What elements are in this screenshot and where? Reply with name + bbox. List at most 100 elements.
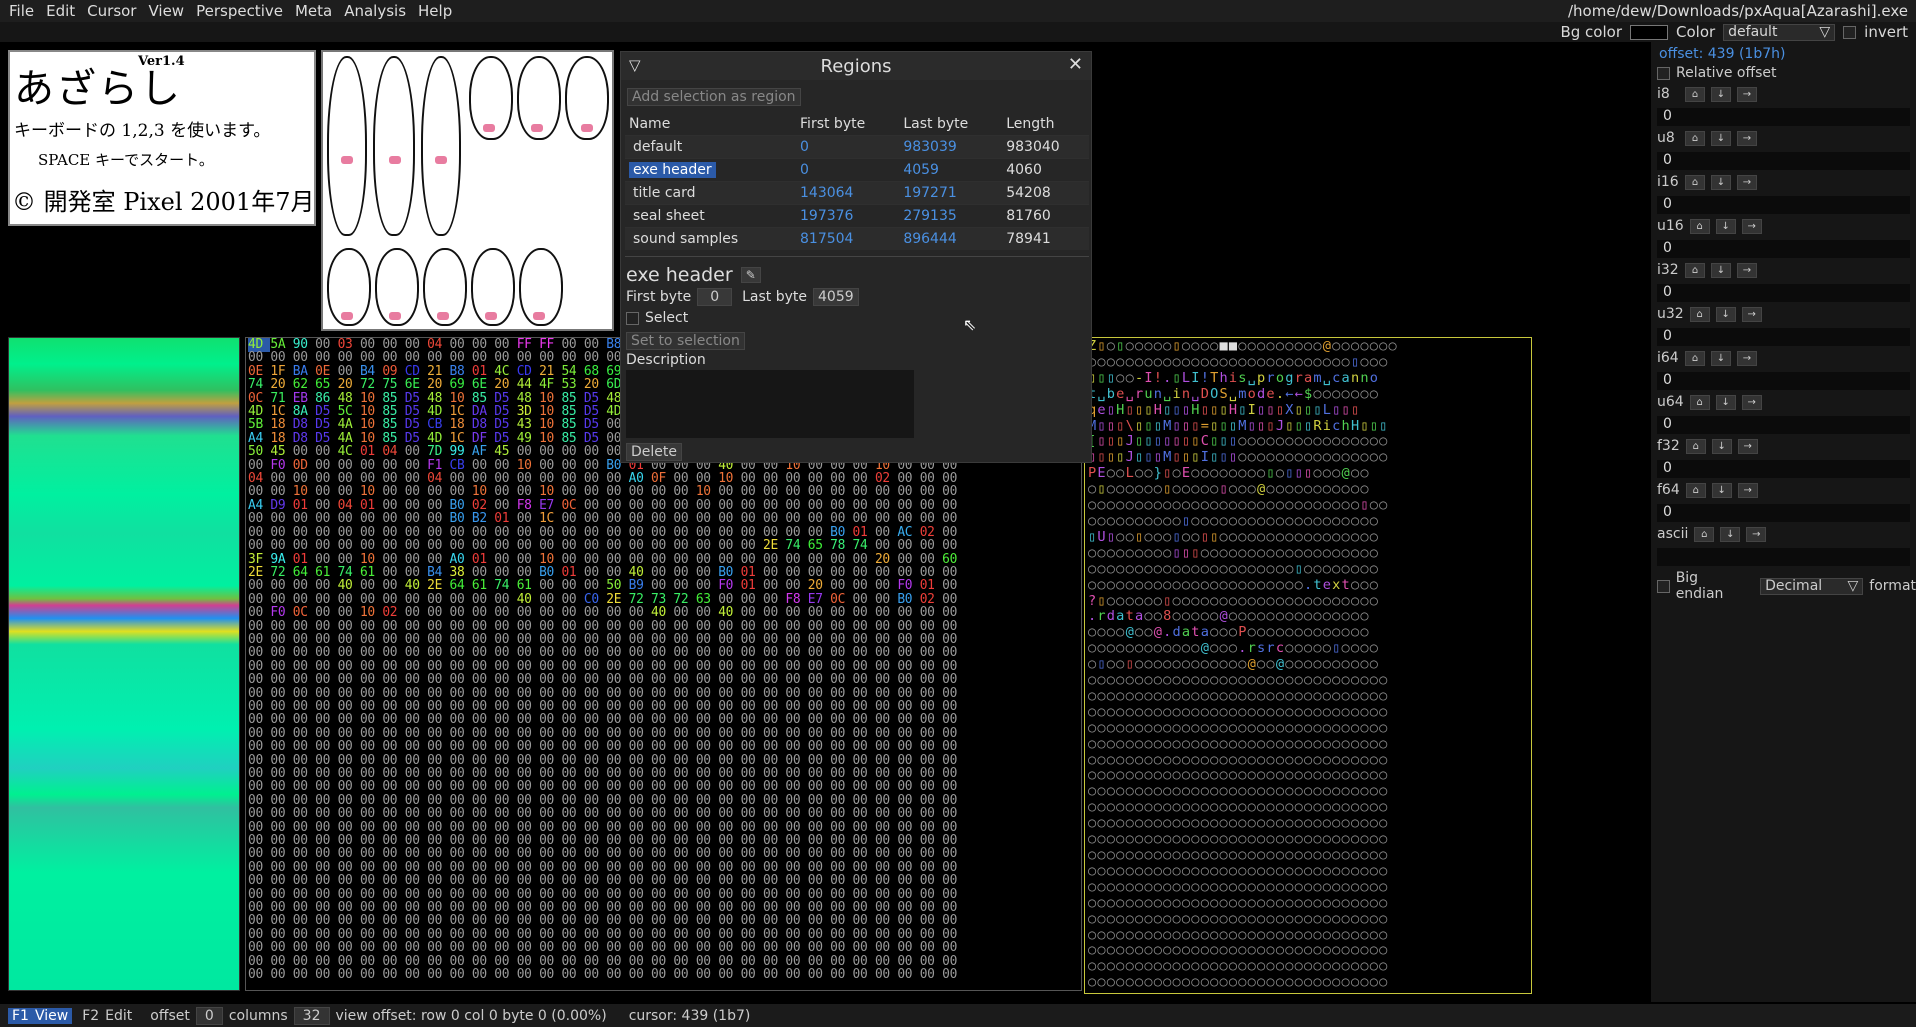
ascii-row[interactable]: ○○○○○○○○○○○○○○○○○○○○○○○○○○○○○○○○	[1088, 672, 1398, 689]
ascii-row[interactable]: ○○○○○○○○○○○○○○○○○○○○○○○○○○○○○○○○	[1088, 958, 1398, 975]
edit-mode-tab[interactable]: F2 Edit	[82, 1008, 132, 1024]
ascii-row[interactable]: ○▯○○▯○○○○○○○○○○○○@○○@○○○○○○○○○○	[1088, 656, 1398, 673]
ascii-row[interactable]: ○○○○○○○○○○○○○○○○○○○○○○○○○○○○○○○○	[1088, 783, 1398, 800]
ascii-row[interactable]: ○○○○○○○○○○○○○○○○○○○○○○○○○○○○○▯○○	[1088, 497, 1398, 514]
hex-row[interactable]: 00 F0 0C 00 00 10 02 00 00 00 00 00 00 0…	[248, 606, 957, 619]
region-first-byte[interactable]: 0	[796, 134, 900, 158]
ascii-row[interactable]: .rdata○○8○○○○○@○○○○○○○○○○○○○○○	[1088, 608, 1398, 625]
arrow-down-icon[interactable]: ↓	[1711, 262, 1731, 278]
ascii-view[interactable]: Z▯○▯○○○○○▯○○○○■■○○○○○○○○○@○○○○○○○ ○○○○○○○…	[1084, 337, 1532, 994]
ascii-row[interactable]: ○○○○○○○○○○○○○○○○○○○○○○○○○○○○○○○○	[1088, 704, 1398, 721]
inspector-field-value[interactable]: 0	[1657, 372, 1910, 390]
hex-row[interactable]: 00 00 00 00 00 00 00 00 00 00 00 00 00 0…	[248, 740, 957, 753]
big-endian-checkbox[interactable]	[1657, 579, 1670, 593]
ascii-row[interactable]: ○○○○○○○○○○○○○○○○○○○○○○○○○○○○○○○○	[1088, 863, 1398, 880]
ascii-row[interactable]: qe▯H▯▯▯H▯▯▯H▯▯▯H▯I▯▯▯X▯▯▯L▯▯▯	[1088, 402, 1398, 419]
hex-row[interactable]: 00 00 00 00 00 00 00 00 00 00 00 00 00 0…	[248, 767, 957, 780]
region-name[interactable]: seal sheet	[629, 208, 709, 224]
region-last-byte[interactable]: 197271	[899, 180, 1003, 204]
hex-row[interactable]: 00 00 00 00 00 00 00 00 00 00 00 00 00 0…	[248, 794, 957, 807]
inspector-field-value[interactable]: 0	[1657, 460, 1910, 478]
ascii-row[interactable]: [▯▯▯J▯▯▯▯▯▯▯C▯▯▯○○○○○○○○○○○○○○○○	[1088, 433, 1398, 450]
region-last-byte[interactable]: 896444	[899, 226, 1003, 250]
ascii-row[interactable]: M▯▯▯\▯▯▯M▯▯▯=▯▯▯M▯▯▯J▯▯▯RichH▯▯▯	[1088, 418, 1398, 435]
ascii-row[interactable]: ○▯○○○○○○▯○○○○○▯○○○@○○○○○○○○○○○	[1088, 481, 1398, 498]
arrow-down-icon[interactable]: ↓	[1711, 350, 1731, 366]
byte-heatmap-view[interactable]	[8, 337, 240, 991]
menu-cursor[interactable]: Cursor	[82, 2, 141, 20]
ascii-row[interactable]: ○○○○○○○○○○▯○○○○○○○○○○○○○○○○○○○○	[1088, 513, 1398, 530]
hex-row[interactable]: 04 00 00 00 00 00 00 00 04 00 00 00 00 0…	[248, 472, 957, 485]
last-byte-input[interactable]: 4059	[813, 288, 859, 306]
hex-row[interactable]: 00 00 00 00 00 00 00 00 00 00 00 00 00 0…	[248, 780, 957, 793]
menu-view[interactable]: View	[143, 2, 189, 20]
ascii-row[interactable]: ○○○○○○○○○○○○○○○○○○○○○○○○○○○○○○○○	[1088, 799, 1398, 816]
hex-row[interactable]: 00 00 00 00 00 00 00 00 00 00 00 00 00 0…	[248, 673, 957, 686]
hex-row[interactable]: 00 00 00 00 00 00 00 00 00 00 00 00 00 0…	[248, 660, 957, 673]
region-last-byte[interactable]: 279135	[899, 203, 1003, 227]
ascii-row[interactable]: ▯▯▯▯J▯▯▯M▯▯▯I▯▯▯○○○○○○○○○○○○○○○○	[1088, 449, 1398, 466]
offset-input[interactable]: 0	[195, 1006, 223, 1025]
ascii-row[interactable]: ○○○○○○○○○○○○○○○○○○○○○○○○○○○○○○○○	[1088, 688, 1398, 705]
hex-row[interactable]: 00 00 00 00 00 00 00 00 00 00 00 00 00 0…	[248, 700, 957, 713]
ascii-row[interactable]: ○○○○○○○○○○○○○○○○○○○○○○○○○○○○○○○○	[1088, 911, 1398, 928]
hex-row[interactable]: 00 00 00 00 00 00 00 00 00 00 00 00 00 0…	[248, 753, 957, 767]
ascii-row[interactable]: ○○○○○○○○○○○○○○○○○○○○○○▯○○○○○○○○	[1088, 561, 1398, 578]
ascii-row[interactable]: ○○○○○○○○○○○○○○○○○○○○○○○○○○○○○○○○	[1088, 895, 1398, 912]
add-region-button[interactable]: Add selection as region	[627, 88, 801, 106]
menu-analysis[interactable]: Analysis	[339, 2, 411, 20]
region-first-byte[interactable]: 197376	[796, 203, 900, 227]
ascii-row[interactable]: ▯U▯○○▯○○○▯○○▯▯○○○○○○○○○○○○○○○○○	[1088, 529, 1398, 546]
table-row[interactable]: default 0 983039 983040	[625, 134, 1089, 158]
menu-perspective[interactable]: Perspective	[191, 2, 288, 20]
hex-row[interactable]: 00 00 00 00 00 00 00 00 00 00 00 00 00 0…	[248, 686, 957, 700]
arrow-right-icon[interactable]: →	[1746, 526, 1767, 542]
arrow-right-icon[interactable]: →	[1737, 438, 1758, 454]
region-last-byte[interactable]: 4059	[899, 157, 1003, 181]
arrow-right-icon[interactable]: →	[1737, 350, 1757, 366]
table-row[interactable]: exe header 0 4059 4060	[625, 157, 1089, 181]
relative-offset-checkbox[interactable]	[1657, 66, 1670, 80]
hex-row[interactable]: 00 00 10 00 00 10 00 00 00 00 10 00 00 1…	[248, 485, 957, 498]
ascii-row[interactable]: ○○○○@○○@.data○○○P○○○○○○○○○○○○○	[1088, 624, 1398, 641]
tag-icon[interactable]: ⌂	[1689, 218, 1710, 234]
menu-file[interactable]: File	[4, 2, 39, 20]
inspector-field-value[interactable]: 0	[1657, 416, 1910, 434]
regions-title-bar[interactable]: ▽ Regions ✕	[621, 52, 1091, 80]
select-checkbox[interactable]	[626, 311, 639, 325]
arrow-right-icon[interactable]: →	[1737, 482, 1758, 498]
set-to-selection-button[interactable]: Set to selection	[626, 332, 745, 350]
hex-row[interactable]: 00 00 00 00 00 00 00 00 00 00 00 00 40 0…	[248, 593, 957, 606]
region-name[interactable]: default	[629, 139, 686, 155]
format-select[interactable]: Decimal ▽	[1760, 577, 1864, 595]
hex-row[interactable]: 00 00 00 00 00 00 00 00 00 00 00 00 00 0…	[248, 887, 957, 901]
hex-row[interactable]: 00 00 00 00 00 00 00 00 00 00 00 00 00 0…	[248, 954, 957, 968]
hex-row[interactable]: 00 00 00 00 00 00 00 00 00 00 00 00 00 0…	[248, 914, 957, 927]
ascii-row[interactable]: ○○○○○○○○○○○○○○○○○○○○○○○○○○○○○○○○	[1088, 752, 1398, 769]
inspector-field-value[interactable]: 0	[1657, 284, 1910, 302]
tag-icon[interactable]: ⌂	[1685, 86, 1705, 102]
hex-row[interactable]: 2E 72 64 61 74 61 00 00 B4 38 00 00 00 B…	[248, 566, 957, 579]
color-select[interactable]: default ▽	[1723, 23, 1836, 41]
hex-row[interactable]: 00 00 00 00 00 00 00 00 00 B0 B2 01 00 1…	[248, 512, 957, 525]
tag-icon[interactable]: ⌂	[1685, 350, 1705, 366]
arrow-right-icon[interactable]: →	[1737, 86, 1757, 102]
arrow-right-icon[interactable]: →	[1741, 394, 1762, 410]
tag-icon[interactable]: ⌂	[1689, 394, 1710, 410]
hex-row[interactable]: 00 00 00 00 00 00 00 00 00 00 00 00 00 0…	[248, 901, 957, 914]
arrow-down-icon[interactable]: ↓	[1711, 482, 1732, 498]
hex-row[interactable]: 00 00 00 00 40 00 00 40 2E 64 61 74 61 0…	[248, 579, 957, 592]
region-first-byte[interactable]: 817504	[796, 226, 900, 250]
hex-row[interactable]: 00 00 00 00 00 00 00 00 00 00 00 00 00 0…	[248, 713, 957, 726]
ascii-row[interactable]: ○○○○○○○○○○○○○○○○○○○○○○○○○○○○○○○○	[1088, 736, 1398, 753]
hex-row[interactable]: 00 00 00 00 00 00 00 00 00 00 00 00 00 0…	[248, 874, 957, 887]
hex-row[interactable]: 00 00 00 00 00 00 00 00 00 00 00 00 00 0…	[248, 834, 957, 847]
hex-row[interactable]: 00 00 00 00 00 00 00 00 00 00 00 00 00 0…	[248, 861, 957, 874]
arrow-down-icon[interactable]: ↓	[1711, 174, 1731, 190]
delete-button[interactable]: Delete	[626, 443, 682, 461]
view-mode-tab[interactable]: F1 View	[8, 1007, 73, 1024]
arrow-right-icon[interactable]: →	[1737, 130, 1757, 146]
ascii-row[interactable]: ○○○○○○○○○○○○○○○○○○○○○○○○○○○○○○○○	[1088, 847, 1398, 864]
description-textarea[interactable]	[626, 370, 914, 438]
inspector-field-value[interactable]: 0	[1657, 152, 1910, 170]
